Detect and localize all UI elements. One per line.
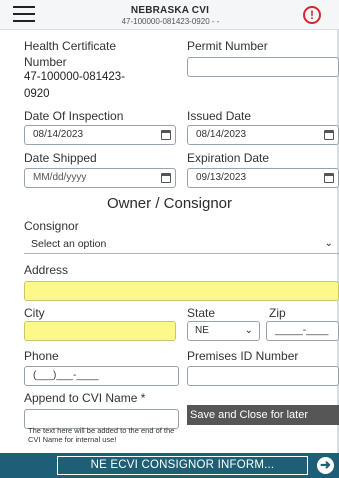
health-certificate-label: Health Certificate Number — [24, 39, 117, 69]
chevron-down-icon: ⌄ — [244, 325, 253, 336]
premises-id-label: Premises ID Number — [187, 349, 299, 363]
health-certificate-value: 47-100000-081423- 0920 — [24, 71, 126, 100]
app-header: NEBRASKA CVI 47-100000-081423-0920 - - ! — [0, 0, 339, 30]
chevron-down-icon: ⌄ — [324, 238, 333, 249]
date-shipped-field[interactable]: MM/dd/yyyy — [24, 168, 176, 188]
premises-id-field[interactable] — [187, 366, 339, 386]
calendar-icon[interactable] — [161, 130, 171, 140]
alert-circle-icon[interactable]: ! — [303, 6, 321, 24]
consignor-select-value: Select an option — [31, 238, 107, 250]
append-cvi-name-field[interactable] — [24, 409, 179, 429]
issued-date-field[interactable]: 08/14/2023 — [187, 125, 339, 145]
save-and-close-button[interactable]: Save and Close for later — [187, 405, 339, 425]
city-field[interactable] — [24, 321, 176, 341]
header-title: NEBRASKA CVI — [130, 5, 210, 16]
expiration-date-field[interactable]: 09/13/2023 — [187, 168, 339, 188]
calendar-icon[interactable] — [324, 173, 334, 183]
phone-placeholder: (___)___-____ — [33, 370, 99, 381]
date-shipped-label: Date Shipped — [24, 151, 97, 165]
zip-field[interactable]: _____-____ — [266, 321, 339, 341]
footer-bar: NE ECVI CONSIGNOR INFORM... ➜ — [0, 453, 339, 478]
section-title: Owner / Consignor — [106, 195, 233, 212]
expiration-date-label: Expiration Date — [187, 151, 270, 165]
append-cvi-name-label: Append to CVI Name * — [24, 391, 146, 405]
state-label: State — [187, 306, 216, 320]
zip-placeholder: _____-____ — [275, 325, 329, 336]
date-of-inspection-field[interactable]: 08/14/2023 — [24, 125, 176, 145]
issued-date-label: Issued Date — [187, 109, 252, 123]
address-label: Address — [24, 263, 69, 277]
header-subtitle: 47-100000-081423-0920 - - — [121, 17, 220, 26]
address-field[interactable] — [24, 281, 339, 301]
date-of-inspection-value: 08/14/2023 — [33, 129, 84, 140]
date-of-inspection-label: Date Of Inspection — [24, 109, 124, 123]
phone-label: Phone — [24, 349, 59, 363]
issued-date-value: 08/14/2023 — [196, 129, 247, 140]
date-shipped-placeholder: MM/dd/yyyy — [33, 172, 87, 183]
calendar-icon[interactable] — [161, 173, 171, 183]
permit-number-label: Permit Number — [187, 39, 268, 53]
zip-label: Zip — [269, 306, 286, 320]
calendar-icon[interactable] — [324, 130, 334, 140]
consignor-select[interactable]: Select an option ⌄ — [24, 236, 339, 254]
arrow-right-circle-icon[interactable]: ➜ — [317, 457, 334, 474]
hamburger-menu-icon[interactable] — [13, 6, 35, 22]
state-select-value: NE — [195, 325, 209, 336]
helper-text: The text here will be added to the end o… — [28, 427, 175, 444]
state-select[interactable]: NE ⌄ — [187, 321, 260, 341]
expiration-date-value: 09/13/2023 — [196, 172, 247, 183]
app-frame: NEBRASKA CVI 47-100000-081423-0920 - - !… — [0, 0, 339, 478]
permit-number-field[interactable] — [187, 57, 339, 77]
phone-field[interactable]: (___)___-____ — [24, 366, 179, 386]
city-label: City — [24, 306, 45, 320]
consignor-label: Consignor — [24, 219, 79, 233]
consignor-info-button[interactable]: NE ECVI CONSIGNOR INFORM... — [57, 456, 308, 475]
